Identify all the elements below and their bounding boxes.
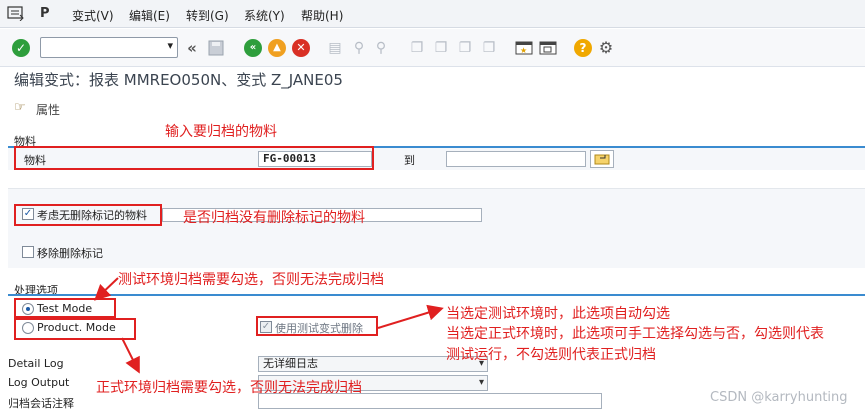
watermark: CSDN @karryhunting <box>710 390 848 405</box>
arrow-to-test-mode <box>94 277 119 301</box>
arrow-to-test-variant <box>377 304 444 329</box>
annotation-arrows <box>94 277 444 374</box>
arrow-to-product-mode <box>121 337 140 374</box>
